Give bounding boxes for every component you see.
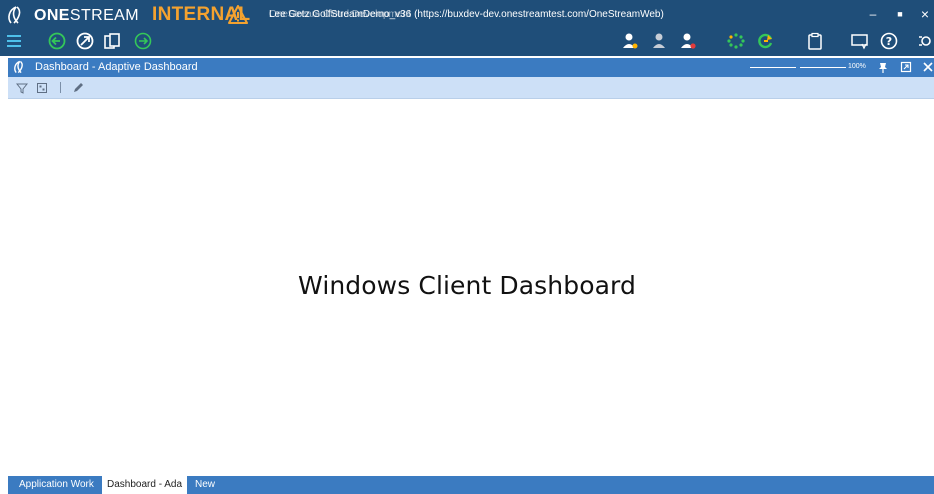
zoom-level: 100% [848, 63, 866, 70]
onestream-logo-icon [8, 6, 21, 24]
help-icon[interactable]: ? [879, 32, 899, 50]
window-subtitle: Lee Getz GolfStreamDemo_v36 (https://bux… [269, 9, 664, 20]
user-remove-icon[interactable] [678, 32, 698, 50]
loading-icon[interactable] [726, 32, 746, 50]
grid-view-icon[interactable] [36, 82, 48, 94]
pin-icon[interactable] [877, 61, 889, 73]
tab-application-work[interactable]: Application Work [14, 476, 99, 494]
panel-toolbar [8, 77, 934, 99]
back-icon[interactable] [47, 32, 67, 50]
more-icon[interactable] [916, 32, 934, 50]
task-icon[interactable] [850, 32, 870, 50]
user-settings-icon[interactable] [620, 32, 640, 50]
filter-icon[interactable] [16, 82, 28, 94]
dashboard-placeholder-text: Windows Client Dashboard [298, 271, 636, 300]
tab-new[interactable]: New [190, 476, 220, 494]
svg-text:?: ? [886, 35, 892, 48]
menu-icon[interactable] [4, 32, 24, 50]
forward-icon[interactable] [133, 32, 153, 50]
copy-icon[interactable] [102, 32, 122, 50]
popout-icon[interactable] [900, 61, 912, 73]
brand-name-bold: ONE [34, 7, 70, 24]
application-window: ONESTREAM INTERNAL OneStream Cloud Devel… [0, 0, 934, 494]
brand-name: ONESTREAM [34, 7, 139, 25]
title-bar: ONESTREAM INTERNAL OneStream Cloud Devel… [0, 0, 934, 56]
panel-close-icon[interactable] [922, 61, 934, 73]
clipboard-icon[interactable] [805, 32, 825, 50]
warning-icon [228, 5, 248, 24]
zoom-slider[interactable] [750, 67, 796, 68]
panel-title: Dashboard - Adaptive Dashboard [35, 61, 198, 73]
tab-dashboard-adaptive[interactable]: Dashboard - Ada [102, 476, 188, 494]
refresh-icon[interactable] [756, 32, 776, 50]
user-icon[interactable] [649, 32, 669, 50]
zoom-slider-track[interactable] [800, 67, 846, 68]
minimize-button[interactable]: – [866, 7, 880, 21]
panel-header: Dashboard - Adaptive Dashboard 100% [8, 58, 934, 77]
navigate-icon[interactable] [75, 32, 95, 50]
document-tab-bar: Application Work Dashboard - Ada New [8, 476, 934, 494]
toolbar-separator [60, 82, 61, 93]
close-button[interactable]: × [918, 7, 932, 21]
onestream-logo-icon [14, 60, 23, 74]
brand-name-rest: STREAM [69, 7, 139, 24]
edit-pencil-icon[interactable] [72, 82, 84, 94]
window-title: OneStream Cloud Development Lee Getz Gol… [269, 9, 664, 20]
dashboard-content: Windows Client Dashboard [8, 99, 934, 475]
maximize-button[interactable]: ■ [893, 7, 907, 21]
